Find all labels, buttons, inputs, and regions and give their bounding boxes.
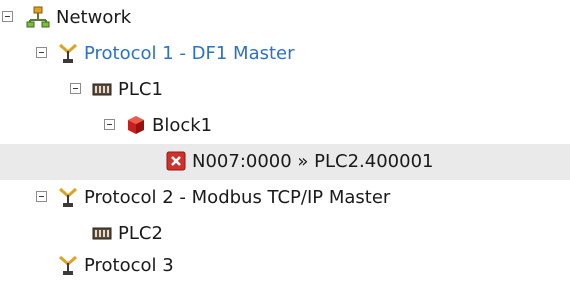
tree-label-network: Network	[56, 7, 132, 28]
collapse-toggle[interactable]	[2, 11, 13, 22]
tree-row-plc2[interactable]: PLC2	[0, 216, 570, 252]
tree-label-protocol-2: Protocol 2 - Modbus TCP/IP Master	[84, 187, 391, 208]
plc-icon	[92, 83, 112, 96]
tree-row-protocol-2[interactable]: Protocol 2 - Modbus TCP/IP Master	[0, 180, 570, 216]
protocol-antenna-icon	[59, 255, 77, 275]
tree-row-mapping[interactable]: N007:0000 » PLC2.400001	[0, 144, 570, 180]
tree-label-protocol-1: Protocol 1 - DF1 Master	[84, 43, 295, 64]
collapse-toggle[interactable]	[70, 83, 81, 94]
tree-row-protocol-1[interactable]: Protocol 1 - DF1 Master	[0, 36, 570, 72]
tree-label-plc2: PLC2	[118, 223, 163, 244]
tree-label-mapping: N007:0000 » PLC2.400001	[192, 151, 434, 172]
collapse-toggle[interactable]	[36, 47, 47, 58]
tree-label-plc1: PLC1	[118, 79, 163, 100]
network-icon	[26, 6, 50, 28]
tree-row-protocol-3[interactable]: Protocol 3	[0, 248, 570, 284]
error-x-icon	[166, 151, 186, 171]
plc-icon	[92, 227, 112, 240]
collapse-toggle[interactable]	[36, 191, 47, 202]
tree-label-protocol-3: Protocol 3	[84, 255, 174, 276]
protocol-antenna-icon	[59, 43, 77, 63]
block-cube-icon	[128, 116, 144, 134]
protocol-antenna-icon	[59, 187, 77, 207]
tree-row-plc1[interactable]: PLC1	[0, 72, 570, 108]
tree-row-block1[interactable]: Block1	[0, 108, 570, 144]
tree-label-block1: Block1	[152, 115, 213, 136]
tree-row-network[interactable]: Network	[0, 0, 570, 36]
collapse-toggle[interactable]	[104, 119, 115, 130]
